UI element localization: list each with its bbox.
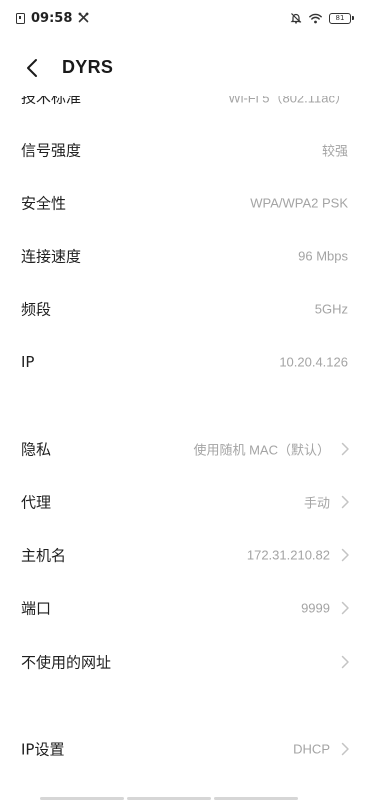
back-button[interactable] xyxy=(18,54,46,82)
row-value: DHCP xyxy=(293,741,330,756)
row-value: 5GHz xyxy=(314,301,348,316)
row-label: 隐私 xyxy=(21,440,52,458)
chevron-right-icon xyxy=(341,742,350,756)
chevron-left-icon xyxy=(27,59,37,77)
screen: 技术标准 Wi-Fi 5（802.11ac） 信号强度 较强 安全性 WPA/W… xyxy=(0,0,369,800)
row-frequency-band: 频段 5GHz xyxy=(0,282,369,335)
row-value: 手动 xyxy=(303,495,330,510)
chevron-right-icon xyxy=(341,655,350,669)
row-label: 不使用的网址 xyxy=(21,653,112,671)
row-label: 端口 xyxy=(21,599,52,617)
row-ip-settings[interactable]: IP设置 DHCP xyxy=(0,722,369,775)
chevron-right-icon xyxy=(341,548,350,562)
wifi-icon xyxy=(309,13,322,24)
status-left: 09:58 xyxy=(16,11,89,26)
row-signal-strength: 信号强度 较强 xyxy=(0,123,369,176)
row-bypass-urls[interactable]: 不使用的网址 xyxy=(0,635,369,688)
row-label: IP设置 xyxy=(21,740,65,758)
row-security: 安全性 WPA/WPA2 PSK xyxy=(0,176,369,229)
row-value: 9999 xyxy=(301,600,330,615)
row-value: 96 Mbps xyxy=(298,248,348,263)
sd-card-icon xyxy=(16,13,25,24)
row-value: 使用随机 MAC（默认） xyxy=(193,442,330,457)
row-label: 主机名 xyxy=(21,546,67,564)
tools-icon xyxy=(78,12,89,26)
row-label: IP xyxy=(21,352,35,371)
row-value: 较强 xyxy=(321,143,348,158)
row-proxy[interactable]: 代理 手动 xyxy=(0,475,369,528)
page-title: DYRS xyxy=(62,57,114,77)
row-label: 代理 xyxy=(21,493,52,511)
row-link-speed: 连接速度 96 Mbps xyxy=(0,229,369,282)
row-value: 172.31.210.82 xyxy=(246,547,330,562)
row-value: WPA/WPA2 PSK xyxy=(250,195,348,210)
row-ip-address: IP 10.20.4.126 xyxy=(0,335,369,388)
app-header: DYRS xyxy=(0,40,369,96)
status-right: 81 xyxy=(290,12,354,24)
row-port[interactable]: 端口 9999 xyxy=(0,581,369,634)
row-value: 10.20.4.126 xyxy=(279,354,348,369)
status-bar: 09:58 81 xyxy=(0,0,369,40)
bell-off-icon xyxy=(290,12,302,24)
battery-icon: 81 xyxy=(329,12,354,24)
chevron-right-icon xyxy=(341,442,350,456)
row-label: 安全性 xyxy=(21,194,67,212)
status-time: 09:58 xyxy=(31,11,73,26)
row-label: 连接速度 xyxy=(21,247,82,265)
row-label: 信号强度 xyxy=(21,141,82,159)
chevron-right-icon xyxy=(341,495,350,509)
row-privacy[interactable]: 隐私 使用随机 MAC（默认） xyxy=(0,422,369,475)
chevron-right-icon xyxy=(341,601,350,615)
row-label: 频段 xyxy=(21,300,52,318)
row-hostname[interactable]: 主机名 172.31.210.82 xyxy=(0,528,369,581)
